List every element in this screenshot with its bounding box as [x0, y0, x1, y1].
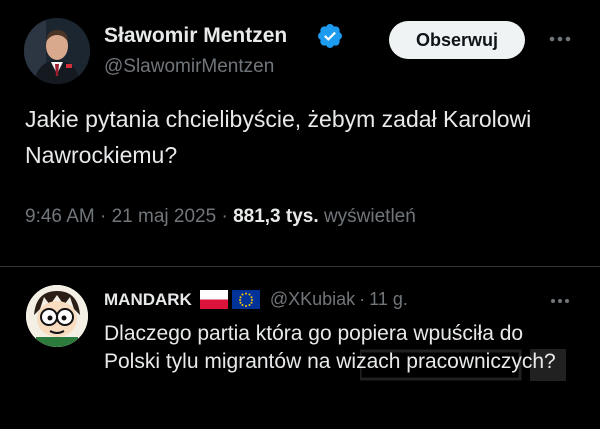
author-avatar[interactable] — [24, 18, 90, 84]
reply-text: Dlaczego partia która go popiera wpuścił… — [104, 322, 556, 373]
meta-separator: · — [359, 289, 366, 309]
tweet-text: Jakie pytania chcielibyście, żebym zadał… — [25, 106, 532, 168]
more-dots-icon[interactable] — [545, 24, 575, 54]
verified-badge-icon — [316, 22, 344, 50]
more-dots-icon[interactable] — [545, 291, 575, 311]
reply-header: MANDARK @XKubiak · 11 g. — [104, 289, 408, 310]
tweet-date[interactable]: 21 maj 2025 — [112, 206, 217, 227]
eu-flag-icon — [231, 290, 260, 309]
reply-author-handle[interactable]: @XKubiak — [270, 289, 355, 310]
meta-separator: · — [221, 206, 234, 227]
author-name[interactable]: Sławomir Mentzen — [104, 24, 287, 48]
tweet-meta: 9:46 AM · 21 maj 2025 · 881,3 tys. wyświ… — [25, 206, 416, 228]
views-label: wyświetleń — [323, 206, 416, 227]
author-handle[interactable]: @SlawomirMentzen — [104, 56, 274, 78]
follow-button[interactable]: Obserwuj — [389, 21, 525, 59]
reply-age[interactable]: 11 g. — [369, 289, 408, 310]
poland-flag-icon — [199, 290, 228, 309]
reply-avatar[interactable] — [26, 285, 88, 347]
tweet-time[interactable]: 9:46 AM — [25, 206, 95, 227]
reply-author-name[interactable]: MANDARK — [104, 290, 192, 310]
divider — [0, 266, 600, 267]
views-count[interactable]: 881,3 tys. — [233, 206, 319, 227]
meta-separator: · — [100, 206, 112, 227]
